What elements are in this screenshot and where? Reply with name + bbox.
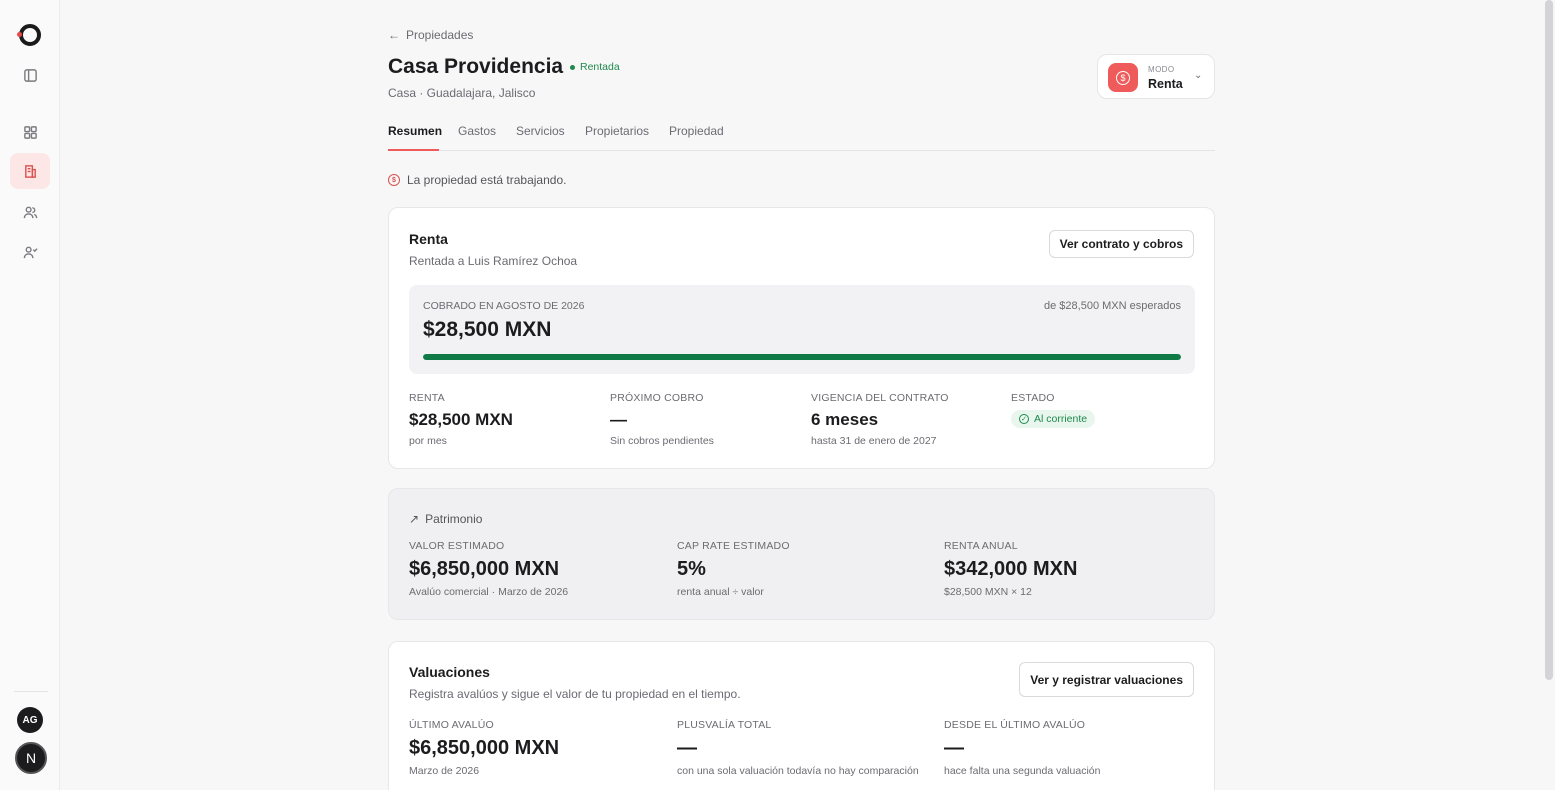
chevron-down-icon: ⌄ xyxy=(1194,70,1203,81)
stat-sub: hasta 31 de enero de 2027 xyxy=(811,435,937,447)
stat-cap-rate: CAP RATE ESTIMADO 5% renta anual ÷ valor xyxy=(677,540,790,598)
mode-label: MODO xyxy=(1148,65,1175,74)
collected-label: COBRADO EN AGOSTO DE 2026 xyxy=(423,300,585,312)
stat-label: VALOR ESTIMADO xyxy=(409,540,505,552)
status-badge: Rentada xyxy=(570,61,620,73)
grid-icon[interactable] xyxy=(18,120,42,144)
tab-bar: Resumen Gastos Servicios Propietarios Pr… xyxy=(388,123,1215,151)
stat-sub: Marzo de 2026 xyxy=(409,765,480,777)
stat-value: $6,850,000 MXN xyxy=(409,558,560,580)
stat-value: — xyxy=(677,737,697,759)
stat-renta: RENTA $28,500 MXN por mes xyxy=(409,392,513,447)
valuaciones-description: Registra avalúos y sigue el valor de tu … xyxy=(409,687,741,701)
stat-value: 6 meses xyxy=(811,410,879,429)
stat-label: CAP RATE ESTIMADO xyxy=(677,540,790,552)
valuaciones-title: Valuaciones xyxy=(409,664,490,680)
stat-plusvalia: PLUSVALÍA TOTAL — con una sola valuación… xyxy=(677,719,919,777)
stat-label: RENTA xyxy=(409,392,445,404)
stat-valor-estimado: VALOR ESTIMADO $6,850,000 MXN Avalúo com… xyxy=(409,540,568,598)
stat-label: ÚLTIMO AVALÚO xyxy=(409,719,494,731)
status-badge-label: Rentada xyxy=(580,61,620,73)
dollar-icon: $ xyxy=(1108,63,1138,92)
stat-value: — xyxy=(944,737,964,759)
status-dot-icon xyxy=(570,64,575,70)
tab-active-indicator xyxy=(388,149,439,151)
collected-expected: de $28,500 MXN esperados xyxy=(1044,300,1181,312)
tab-gastos[interactable]: Gastos xyxy=(458,124,496,138)
patrimonio-title-text: Patrimonio xyxy=(425,512,483,526)
dollar-circle-icon: $ xyxy=(388,174,400,186)
view-valuations-button[interactable]: Ver y registrar valuaciones xyxy=(1019,662,1194,697)
stat-desde-ultimo: DESDE EL ÚLTIMO AVALÚO — hace falta una … xyxy=(944,719,1100,777)
stat-value: $6,850,000 MXN xyxy=(409,737,560,759)
logo-icon[interactable] xyxy=(17,24,41,46)
scrollbar[interactable] xyxy=(1545,0,1553,680)
page-title: Casa Providencia xyxy=(388,55,564,78)
users-icon[interactable] xyxy=(18,200,42,224)
stat-value: 5% xyxy=(677,558,706,580)
trending-up-icon: ↗ xyxy=(409,512,420,526)
stat-sub: con una sola valuación todavía no hay co… xyxy=(677,765,919,777)
stat-value: $342,000 MXN xyxy=(944,558,1078,580)
stat-sub: Sin cobros pendientes xyxy=(610,435,714,447)
estado-pill: ✓ Al corriente xyxy=(1011,410,1096,428)
stat-value: $28,500 MXN xyxy=(409,410,513,429)
stat-ultimo-avaluo: ÚLTIMO AVALÚO $6,850,000 MXN Marzo de 20… xyxy=(409,719,559,777)
stat-proximo-cobro: PRÓXIMO COBRO — Sin cobros pendientes xyxy=(610,392,714,447)
collected-value: $28,500 MXN xyxy=(423,318,552,341)
collected-progress-fill xyxy=(423,354,1181,360)
dev-badge[interactable]: N xyxy=(15,742,47,774)
status-message-text: La propiedad está trabajando. xyxy=(407,173,567,187)
renta-title: Renta xyxy=(409,231,448,247)
tab-propiedad[interactable]: Propiedad xyxy=(669,124,724,138)
stat-value: — xyxy=(610,410,627,429)
avatar[interactable]: AG xyxy=(17,707,43,733)
stat-estado: ESTADO ✓ Al corriente xyxy=(1011,392,1096,428)
stat-sub: por mes xyxy=(409,435,447,447)
arrow-left-icon: ← xyxy=(388,28,400,42)
sidebar-divider xyxy=(14,691,48,692)
back-link-label: Propiedades xyxy=(406,28,474,42)
stat-sub: Avalúo comercial · Marzo de 2026 xyxy=(409,586,569,598)
stat-label: ESTADO xyxy=(1011,392,1055,404)
valuaciones-card: Valuaciones Registra avalúos y sigue el … xyxy=(388,641,1215,790)
page-subtitle: Casa · Guadalajara, Jalisco xyxy=(388,86,536,100)
view-contract-button[interactable]: Ver contrato y cobros xyxy=(1048,230,1194,258)
tab-servicios[interactable]: Servicios xyxy=(516,124,565,138)
stat-label: PRÓXIMO COBRO xyxy=(610,392,704,404)
stat-label: DESDE EL ÚLTIMO AVALÚO xyxy=(944,719,1086,731)
sidebar: AG N xyxy=(0,0,60,790)
stat-label: PLUSVALÍA TOTAL xyxy=(677,719,772,731)
tab-propietarios[interactable]: Propietarios xyxy=(585,124,649,138)
renta-card: Renta Rentada a Luis Ramírez Ochoa Ver c… xyxy=(388,207,1215,469)
stat-label: RENTA ANUAL xyxy=(944,540,1018,552)
back-link[interactable]: ← Propiedades xyxy=(388,28,473,42)
mode-selector[interactable]: $ MODO Renta ⌄ xyxy=(1097,54,1215,99)
stat-sub: renta anual ÷ valor xyxy=(677,586,764,598)
stat-label: VIGENCIA DEL CONTRATO xyxy=(811,392,949,404)
collected-panel: COBRADO EN AGOSTO DE 2026 de $28,500 MXN… xyxy=(409,285,1195,374)
stat-renta-anual: RENTA ANUAL $342,000 MXN $28,500 MXN × 1… xyxy=(944,540,1077,598)
collected-progress xyxy=(423,354,1181,360)
stat-sub: hace falta una segunda valuación xyxy=(944,765,1101,777)
check-circle-icon: ✓ xyxy=(1019,414,1029,424)
stat-sub: $28,500 MXN × 12 xyxy=(944,586,1032,598)
user-check-icon[interactable] xyxy=(18,240,42,264)
estado-pill-label: Al corriente xyxy=(1034,413,1088,425)
mode-value: Renta xyxy=(1148,77,1183,91)
building-icon[interactable] xyxy=(10,153,50,189)
panel-toggle-icon[interactable] xyxy=(18,63,42,87)
patrimonio-card: ↗ Patrimonio VALOR ESTIMADO $6,850,000 M… xyxy=(388,488,1215,620)
patrimonio-title: ↗ Patrimonio xyxy=(409,512,482,526)
renta-description: Rentada a Luis Ramírez Ochoa xyxy=(409,254,578,268)
stat-vigencia: VIGENCIA DEL CONTRATO 6 meses hasta 31 d… xyxy=(811,392,949,447)
status-message: $ La propiedad está trabajando. xyxy=(388,173,566,187)
tab-resumen[interactable]: Resumen xyxy=(388,124,442,138)
